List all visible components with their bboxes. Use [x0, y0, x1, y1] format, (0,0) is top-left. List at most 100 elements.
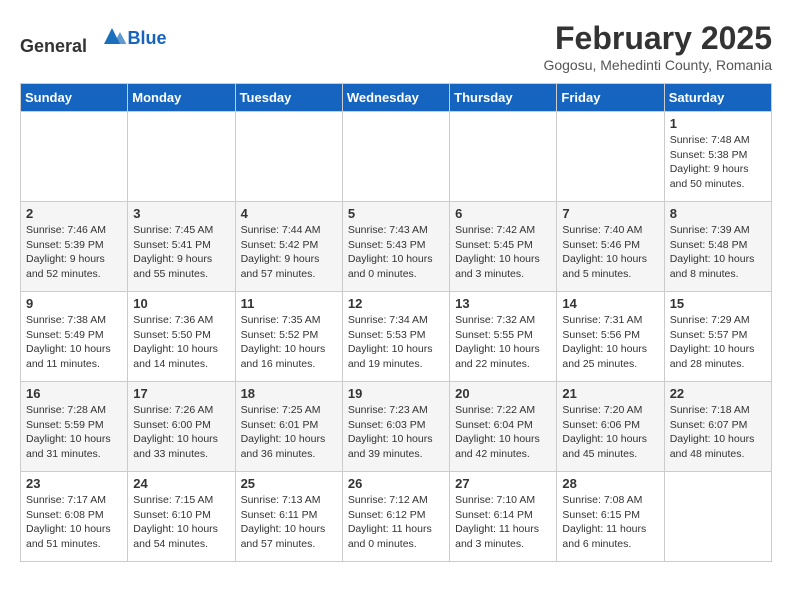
calendar-week-2: 9Sunrise: 7:38 AM Sunset: 5:49 PM Daylig… [21, 292, 772, 382]
day-number: 1 [670, 116, 766, 131]
calendar-table: SundayMondayTuesdayWednesdayThursdayFrid… [20, 83, 772, 562]
day-number: 15 [670, 296, 766, 311]
calendar-cell [664, 472, 771, 562]
calendar-cell: 17Sunrise: 7:26 AM Sunset: 6:00 PM Dayli… [128, 382, 235, 472]
calendar-cell: 3 Sunrise: 7:45 AM Sunset: 5:41 PM Daylig… [128, 202, 235, 292]
day-info: Sunrise: 7:18 AM Sunset: 6:07 PM Dayligh… [670, 403, 766, 462]
day-number: 25 [241, 476, 337, 491]
weekday-header-row: SundayMondayTuesdayWednesdayThursdayFrid… [21, 84, 772, 112]
day-info: Sunrise: 7:36 AM Sunset: 5:50 PM Dayligh… [133, 313, 229, 372]
weekday-header-saturday: Saturday [664, 84, 771, 112]
weekday-header-thursday: Thursday [450, 84, 557, 112]
day-info: Sunrise: 7:10 AM Sunset: 6:14 PM Dayligh… [455, 493, 551, 552]
day-info: Sunrise: 7:32 AM Sunset: 5:55 PM Dayligh… [455, 313, 551, 372]
day-number: 22 [670, 386, 766, 401]
day-number: 5 [348, 206, 444, 221]
day-info: Sunrise: 7:45 AM Sunset: 5:41 PM Dayligh… [133, 223, 229, 282]
day-number: 23 [26, 476, 122, 491]
calendar-body: 1 Sunrise: 7:48 AM Sunset: 5:38 PM Daylig… [21, 112, 772, 562]
day-info: Sunrise: 7:35 AM Sunset: 5:52 PM Dayligh… [241, 313, 337, 372]
day-number: 9 [26, 296, 122, 311]
day-number: 18 [241, 386, 337, 401]
calendar-week-1: 2 Sunrise: 7:46 AM Sunset: 5:39 PM Daylig… [21, 202, 772, 292]
calendar-cell: 15 Sunrise: 7:29 AM Sunset: 5:57 PM Dayli… [664, 292, 771, 382]
day-number: 10 [133, 296, 229, 311]
day-number: 27 [455, 476, 551, 491]
calendar-cell: 25 Sunrise: 7:13 AM Sunset: 6:11 PM Dayli… [235, 472, 342, 562]
day-info: Sunrise: 7:48 AM Sunset: 5:38 PM Dayligh… [670, 133, 766, 192]
calendar-cell: 28Sunrise: 7:08 AM Sunset: 6:15 PM Dayli… [557, 472, 664, 562]
logo-icon [96, 20, 128, 52]
calendar-cell: 19Sunrise: 7:23 AM Sunset: 6:03 PM Dayli… [342, 382, 449, 472]
day-info: Sunrise: 7:17 AM Sunset: 6:08 PM Dayligh… [26, 493, 122, 552]
day-number: 3 [133, 206, 229, 221]
calendar-cell: 16 Sunrise: 7:28 AM Sunset: 5:59 PM Dayli… [21, 382, 128, 472]
calendar-cell [557, 112, 664, 202]
header: General Blue February 2025 Gogosu, Mehed… [20, 20, 772, 73]
day-info: Sunrise: 7:44 AM Sunset: 5:42 PM Dayligh… [241, 223, 337, 282]
calendar-cell: 4 Sunrise: 7:44 AM Sunset: 5:42 PM Daylig… [235, 202, 342, 292]
calendar-title: February 2025 [543, 20, 772, 57]
calendar-header: SundayMondayTuesdayWednesdayThursdayFrid… [21, 84, 772, 112]
calendar-cell: 18 Sunrise: 7:25 AM Sunset: 6:01 PM Dayli… [235, 382, 342, 472]
day-info: Sunrise: 7:12 AM Sunset: 6:12 PM Dayligh… [348, 493, 444, 552]
day-info: Sunrise: 7:28 AM Sunset: 5:59 PM Dayligh… [26, 403, 122, 462]
day-number: 21 [562, 386, 658, 401]
calendar-cell: 21 Sunrise: 7:20 AM Sunset: 6:06 PM Dayli… [557, 382, 664, 472]
calendar-cell [235, 112, 342, 202]
day-info: Sunrise: 7:31 AM Sunset: 5:56 PM Dayligh… [562, 313, 658, 372]
day-number: 14 [562, 296, 658, 311]
calendar-cell: 8 Sunrise: 7:39 AM Sunset: 5:48 PM Daylig… [664, 202, 771, 292]
day-number: 12 [348, 296, 444, 311]
calendar-subtitle: Gogosu, Mehedinti County, Romania [543, 57, 772, 73]
calendar-week-0: 1 Sunrise: 7:48 AM Sunset: 5:38 PM Daylig… [21, 112, 772, 202]
calendar-cell: 22 Sunrise: 7:18 AM Sunset: 6:07 PM Dayli… [664, 382, 771, 472]
day-info: Sunrise: 7:22 AM Sunset: 6:04 PM Dayligh… [455, 403, 551, 462]
calendar-cell: 2 Sunrise: 7:46 AM Sunset: 5:39 PM Daylig… [21, 202, 128, 292]
calendar-cell: 14 Sunrise: 7:31 AM Sunset: 5:56 PM Dayli… [557, 292, 664, 382]
logo-blue-text: Blue [128, 28, 167, 49]
day-number: 4 [241, 206, 337, 221]
calendar-cell: 11 Sunrise: 7:35 AM Sunset: 5:52 PM Dayli… [235, 292, 342, 382]
day-info: Sunrise: 7:08 AM Sunset: 6:15 PM Dayligh… [562, 493, 658, 552]
day-number: 16 [26, 386, 122, 401]
calendar-cell [128, 112, 235, 202]
calendar-cell [342, 112, 449, 202]
weekday-header-monday: Monday [128, 84, 235, 112]
calendar-cell: 26Sunrise: 7:12 AM Sunset: 6:12 PM Dayli… [342, 472, 449, 562]
day-info: Sunrise: 7:42 AM Sunset: 5:45 PM Dayligh… [455, 223, 551, 282]
day-number: 19 [348, 386, 444, 401]
day-number: 7 [562, 206, 658, 221]
day-info: Sunrise: 7:34 AM Sunset: 5:53 PM Dayligh… [348, 313, 444, 372]
day-info: Sunrise: 7:29 AM Sunset: 5:57 PM Dayligh… [670, 313, 766, 372]
day-info: Sunrise: 7:20 AM Sunset: 6:06 PM Dayligh… [562, 403, 658, 462]
calendar-cell: 12 Sunrise: 7:34 AM Sunset: 5:53 PM Dayli… [342, 292, 449, 382]
weekday-header-wednesday: Wednesday [342, 84, 449, 112]
calendar-cell: 10 Sunrise: 7:36 AM Sunset: 5:50 PM Dayli… [128, 292, 235, 382]
calendar-cell: 24 Sunrise: 7:15 AM Sunset: 6:10 PM Dayli… [128, 472, 235, 562]
calendar-cell [450, 112, 557, 202]
calendar-cell: 6Sunrise: 7:42 AM Sunset: 5:45 PM Daylig… [450, 202, 557, 292]
title-area: February 2025 Gogosu, Mehedinti County, … [543, 20, 772, 73]
day-info: Sunrise: 7:25 AM Sunset: 6:01 PM Dayligh… [241, 403, 337, 462]
calendar-cell: 9Sunrise: 7:38 AM Sunset: 5:49 PM Daylig… [21, 292, 128, 382]
calendar-cell: 20 Sunrise: 7:22 AM Sunset: 6:04 PM Dayli… [450, 382, 557, 472]
calendar-week-3: 16 Sunrise: 7:28 AM Sunset: 5:59 PM Dayli… [21, 382, 772, 472]
calendar-cell [21, 112, 128, 202]
day-number: 24 [133, 476, 229, 491]
day-info: Sunrise: 7:46 AM Sunset: 5:39 PM Dayligh… [26, 223, 122, 282]
day-info: Sunrise: 7:39 AM Sunset: 5:48 PM Dayligh… [670, 223, 766, 282]
day-number: 2 [26, 206, 122, 221]
calendar-cell: 1 Sunrise: 7:48 AM Sunset: 5:38 PM Daylig… [664, 112, 771, 202]
day-info: Sunrise: 7:26 AM Sunset: 6:00 PM Dayligh… [133, 403, 229, 462]
day-info: Sunrise: 7:15 AM Sunset: 6:10 PM Dayligh… [133, 493, 229, 552]
logo-general-text: General [20, 36, 87, 56]
calendar-cell: 13Sunrise: 7:32 AM Sunset: 5:55 PM Dayli… [450, 292, 557, 382]
day-number: 11 [241, 296, 337, 311]
day-info: Sunrise: 7:13 AM Sunset: 6:11 PM Dayligh… [241, 493, 337, 552]
day-number: 8 [670, 206, 766, 221]
day-number: 20 [455, 386, 551, 401]
calendar-cell: 27 Sunrise: 7:10 AM Sunset: 6:14 PM Dayli… [450, 472, 557, 562]
day-info: Sunrise: 7:40 AM Sunset: 5:46 PM Dayligh… [562, 223, 658, 282]
weekday-header-sunday: Sunday [21, 84, 128, 112]
